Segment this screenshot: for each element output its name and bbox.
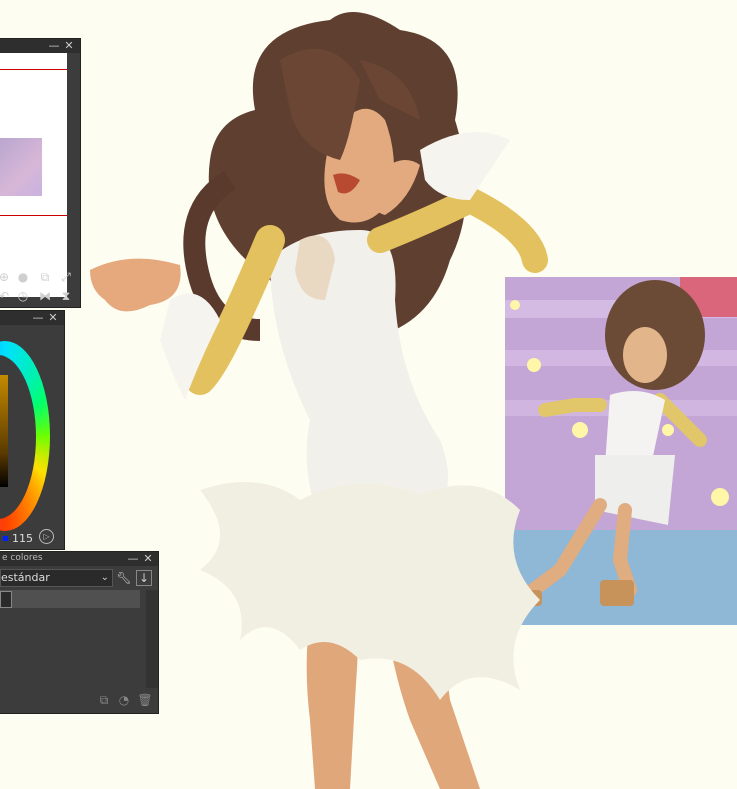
color-wheel-titlebar: — ✕ — [0, 311, 64, 325]
color-set-bottom-toolbar: ⧉ ◔ 🗑︎ — [0, 689, 158, 711]
close-button[interactable]: ✕ — [63, 39, 75, 53]
copy-icon[interactable]: ⧉ — [96, 692, 112, 708]
flip-horizontal-icon[interactable]: ⧓ — [37, 288, 53, 304]
chevron-down-icon: ⌄ — [100, 572, 109, 583]
color-swatch[interactable] — [0, 591, 12, 608]
navigator-toolbar-row-2: ↶ ◷ ⧓ ⧗ — [0, 286, 80, 306]
view-frame-bottom — [0, 215, 67, 216]
view-frame-top — [0, 69, 67, 70]
navigator-panel: — ✕ ⊕ ● ⧉ ⤢ ↶ ◷ ⧓ ⧗ — [0, 38, 81, 308]
color-swatch-row — [0, 590, 140, 608]
navigator-thumbnail — [0, 138, 42, 196]
color-mode-button[interactable]: ▷ — [39, 529, 54, 544]
color-set-dropdown-value: estándar — [1, 571, 50, 584]
add-color-icon[interactable]: ◔ — [116, 692, 132, 708]
color-swatch-area[interactable] — [0, 609, 140, 684]
saturation-value-box[interactable] — [0, 375, 8, 487]
import-icon[interactable]: ↓ — [136, 570, 152, 586]
navigator-preview[interactable] — [0, 53, 67, 297]
color-set-scrollbar[interactable] — [146, 590, 158, 688]
color-set-panel: e colores — ✕ estándar ⌄ 🔧︎ ↓ ⧉ ◔ 🗑︎ — [0, 551, 159, 714]
rotate-left-icon[interactable]: ↶ — [0, 288, 12, 304]
flip-vertical-icon[interactable]: ⧗ — [58, 288, 74, 304]
minimize-button[interactable]: — — [32, 311, 44, 325]
color-set-titlebar: e colores — ✕ — [0, 552, 158, 566]
stop-icon[interactable]: ● — [15, 269, 31, 285]
navigator-toolbar-row-1: ⊕ ● ⧉ ⤢ — [0, 267, 80, 287]
fill-icon[interactable]: ⤢ — [58, 269, 74, 285]
color-value-readout: 115 — [12, 532, 33, 545]
reference-image — [505, 277, 737, 625]
minimize-button[interactable]: — — [127, 552, 139, 566]
close-button[interactable]: ✕ — [142, 552, 154, 566]
navigator-titlebar: — ✕ — [0, 39, 80, 53]
rotate-reset-icon[interactable]: ◷ — [15, 288, 31, 304]
wrench-icon[interactable]: 🔧︎ — [116, 570, 132, 586]
minimize-button[interactable]: — — [48, 39, 60, 53]
color-set-dropdown[interactable]: estándar ⌄ — [0, 569, 113, 587]
blue-channel-indicator — [3, 536, 8, 541]
color-set-title: e colores — [2, 553, 43, 563]
zoom-in-icon[interactable]: ⊕ — [0, 269, 12, 285]
close-button[interactable]: ✕ — [47, 311, 59, 325]
fit-icon[interactable]: ⧉ — [37, 269, 53, 285]
color-wheel-panel: — ✕ 115 ▷ — [0, 310, 65, 550]
trash-icon[interactable]: 🗑︎ — [137, 692, 153, 708]
